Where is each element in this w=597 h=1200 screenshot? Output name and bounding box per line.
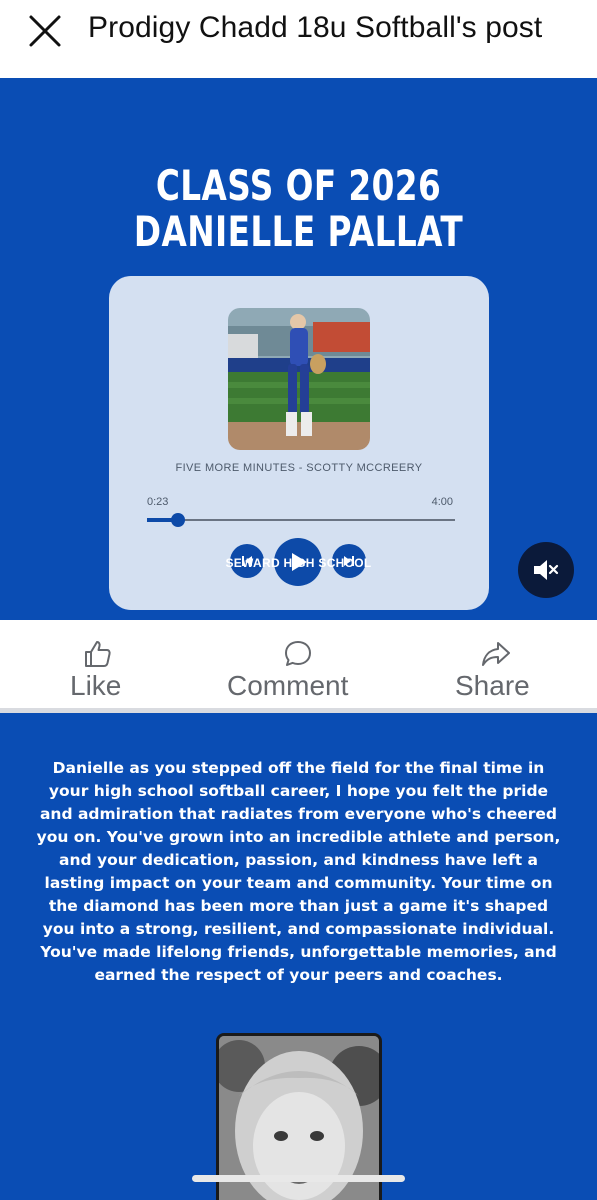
- comment-bubble-icon: [285, 641, 311, 666]
- album-art-photo: [228, 308, 370, 450]
- close-button[interactable]: [24, 10, 66, 52]
- comment-label: Comment: [227, 670, 349, 701]
- share-label: Share: [455, 670, 530, 701]
- like-label: Like: [70, 670, 122, 701]
- post-header: Prodigy Chadd 18u Softball's post: [0, 0, 597, 78]
- thumbs-up-icon: [85, 641, 111, 667]
- progress-handle[interactable]: [170, 513, 185, 527]
- speaker-muted-icon: [534, 560, 559, 580]
- post-message: Danielle as you stepped off the field fo…: [36, 759, 561, 984]
- like-button[interactable]: Like: [56, 620, 146, 706]
- school-name: SEWARD HIGH SCHOOL: [225, 556, 372, 570]
- softball-player-photo: [228, 308, 370, 450]
- post-action-bar: Like Comment Share: [0, 620, 597, 710]
- page-title: Prodigy Chadd 18u Softball's post: [88, 11, 543, 44]
- mute-button[interactable]: [518, 542, 574, 598]
- graphic-title-class: CLASS OF 2026: [155, 161, 442, 210]
- share-button[interactable]: Share: [446, 620, 556, 706]
- comment-button[interactable]: Comment: [218, 620, 378, 706]
- post-media[interactable]: CLASS OF 2026 DANIELLE PALLAT FIVE MORE …: [0, 78, 597, 620]
- post-content: Danielle as you stepped off the field fo…: [0, 713, 597, 1200]
- progress-track[interactable]: [147, 513, 455, 527]
- song-title: FIVE MORE MINUTES - SCOTTY MCCREERY: [175, 462, 423, 474]
- home-indicator[interactable]: [192, 1175, 405, 1182]
- share-arrow-icon: [482, 642, 510, 666]
- total-time: 4:00: [431, 496, 453, 508]
- close-x-icon: [29, 15, 61, 47]
- current-time: 0:23: [147, 496, 169, 508]
- graphic-title-name: DANIELLE PALLAT: [133, 207, 464, 256]
